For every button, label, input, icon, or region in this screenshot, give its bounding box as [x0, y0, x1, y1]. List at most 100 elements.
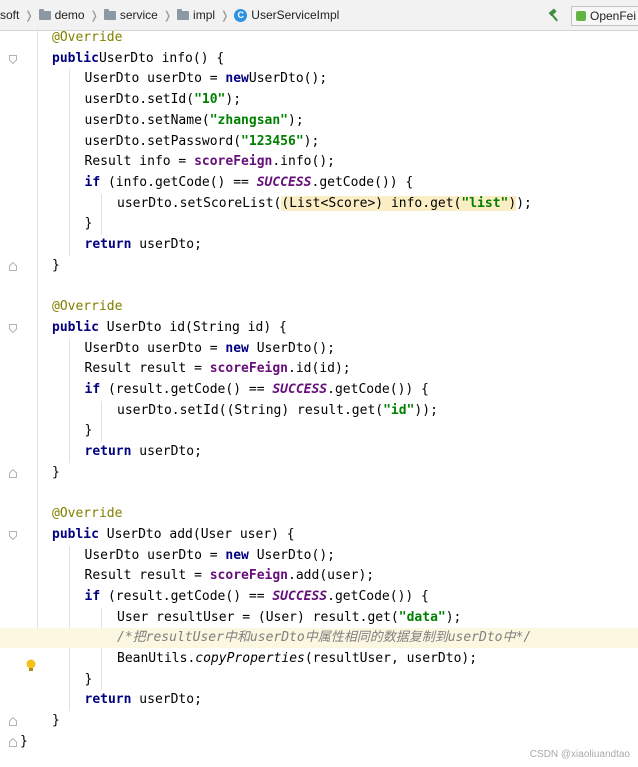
fold-collapse-icon[interactable] [9, 468, 17, 478]
code-line[interactable]: @Override [0, 28, 638, 48]
fold-collapse-icon[interactable] [9, 737, 17, 747]
spring-boot-icon [576, 11, 586, 21]
code-line[interactable]: /*把resultUser中和userDto中属性相同的数据复制到userDto… [0, 628, 638, 649]
code-text: User resultUser = (User) result.get("dat… [117, 608, 461, 628]
code-token: "id" [383, 402, 415, 418]
code-token: userDto.setScoreList( [117, 195, 282, 211]
code-line[interactable]: Result result = scoreFeign.add(user); [0, 566, 638, 586]
code-text: BeanUtils.copyProperties(resultUser, use… [117, 649, 477, 669]
code-text: @Override [52, 297, 122, 317]
code-line[interactable]: User resultUser = (User) result.get("dat… [0, 608, 638, 628]
code-token: Result result = [84, 568, 210, 584]
code-token: /*把resultUser中和userDto中属性相同的数据复制到userDto… [117, 630, 532, 646]
code-token: SUCCESS [272, 588, 328, 604]
code-token: ); [225, 92, 242, 108]
breadcrumb-label: UserServiceImpl [251, 8, 340, 22]
code-line[interactable]: } [0, 463, 638, 483]
code-token: (List<Score>) info.get( [281, 195, 462, 211]
code-token: } [84, 423, 93, 439]
breadcrumb-item-demo[interactable]: demo ❭ [38, 8, 104, 22]
code-token: Result info = [84, 154, 195, 170]
run-configuration-selector[interactable]: OpenFei [571, 6, 638, 26]
code-line[interactable]: BeanUtils.copyProperties(resultUser, use… [0, 649, 638, 669]
code-line[interactable]: userDto.setPassword("123456"); [0, 132, 638, 152]
code-token: UserDto userDto = [84, 71, 226, 87]
code-token: return [84, 444, 132, 459]
code-line[interactable]: UserDto userDto = new UserDto(); [0, 546, 638, 566]
breadcrumb-label: soft [0, 8, 20, 22]
code-text: } [85, 214, 93, 234]
breadcrumb-label: service [119, 8, 158, 22]
code-line[interactable]: return userDto; [0, 442, 638, 462]
code-token: (result.getCode() == [100, 381, 273, 397]
breadcrumb-item-soft[interactable]: soft ❭ [0, 8, 39, 22]
code-line[interactable]: public UserDto id(String id) { [0, 318, 638, 338]
code-line[interactable]: } [0, 670, 638, 690]
code-token: copyProperties [195, 651, 305, 666]
breadcrumb-item-impl[interactable]: impl ❭ [177, 8, 234, 22]
code-token: SUCCESS [256, 174, 312, 190]
code-line[interactable]: } [0, 421, 638, 441]
code-line[interactable]: return userDto; [0, 690, 638, 710]
fold-expand-icon[interactable] [9, 54, 17, 64]
fold-expand-icon[interactable] [9, 530, 17, 540]
code-line[interactable]: } [0, 732, 638, 752]
code-token: .info(); [272, 154, 335, 170]
code-token: UserDto info() { [98, 50, 225, 66]
code-line[interactable]: userDto.setScoreList((List<Score>) info.… [0, 194, 638, 214]
code-line[interactable]: @Override [0, 297, 638, 317]
code-token: UserDto(); [248, 340, 335, 356]
code-line[interactable]: public UserDto add(User user) { [0, 525, 638, 545]
code-line[interactable]: } [0, 256, 638, 276]
hammer-icon[interactable] [547, 8, 561, 22]
code-token: if [84, 174, 101, 190]
code-token: UserDto id(String id) { [98, 319, 287, 335]
chevron-right-icon: ❭ [24, 9, 34, 22]
code-token: public [52, 319, 99, 335]
code-line[interactable]: userDto.setId((String) result.get("id"))… [0, 401, 638, 421]
code-line[interactable]: } [0, 711, 638, 731]
code-token: new [225, 71, 249, 87]
code-editor[interactable]: CSDN @xiaoliuandtao @Override publicUserD… [0, 28, 638, 767]
code-token: } [52, 464, 60, 480]
code-text: } [20, 732, 28, 752]
code-token: ) [508, 195, 517, 211]
code-line[interactable]: Result info = scoreFeign.info(); [0, 152, 638, 172]
code-text: UserDto userDto = newUserDto(); [85, 69, 328, 89]
code-token: BeanUtils. [117, 651, 196, 666]
code-token: @Override [52, 506, 123, 522]
code-line[interactable]: Result result = scoreFeign.id(id); [0, 359, 638, 379]
code-line[interactable]: } [0, 214, 638, 234]
chevron-right-icon: ❭ [89, 9, 99, 22]
code-text: public UserDto add(User user) { [52, 525, 295, 545]
code-text: if (result.getCode() == SUCCESS.getCode(… [85, 380, 429, 400]
code-text: } [52, 256, 60, 276]
fold-expand-icon[interactable] [9, 323, 17, 333]
code-line[interactable]: if (result.getCode() == SUCCESS.getCode(… [0, 587, 638, 607]
code-token: "list" [461, 195, 509, 211]
breadcrumb-label: demo [54, 8, 85, 22]
code-line[interactable]: if (info.getCode() == SUCCESS.getCode())… [0, 173, 638, 193]
code-line[interactable]: publicUserDto info() { [0, 49, 638, 69]
fold-collapse-icon[interactable] [9, 717, 17, 727]
code-line[interactable]: UserDto userDto = newUserDto(); [0, 69, 638, 89]
code-line[interactable]: UserDto userDto = new UserDto(); [0, 339, 638, 359]
code-token: userDto.setId( [84, 92, 195, 108]
code-line[interactable]: userDto.setName("zhangsan"); [0, 111, 638, 131]
code-text: userDto.setId("10"); [85, 90, 242, 110]
code-line[interactable]: if (result.getCode() == SUCCESS.getCode(… [0, 380, 638, 400]
breadcrumb-item-service[interactable]: service ❭ [103, 8, 177, 22]
code-text: Result result = scoreFeign.id(id); [85, 359, 351, 379]
code-line[interactable] [0, 483, 638, 503]
code-line[interactable] [0, 276, 638, 296]
code-line[interactable]: userDto.setId("10"); [0, 90, 638, 110]
breadcrumb-item-userserviceimpl[interactable]: C UserServiceImpl [234, 8, 339, 22]
code-text: } [52, 463, 60, 483]
code-line[interactable]: @Override [0, 504, 638, 524]
code-token: userDto; [131, 444, 202, 459]
code-line[interactable]: return userDto; [0, 235, 638, 255]
code-token: UserDto(); [248, 71, 328, 87]
code-text: UserDto userDto = new UserDto(); [85, 546, 335, 566]
code-token: scoreFeign [209, 568, 289, 584]
fold-collapse-icon[interactable] [9, 261, 17, 271]
